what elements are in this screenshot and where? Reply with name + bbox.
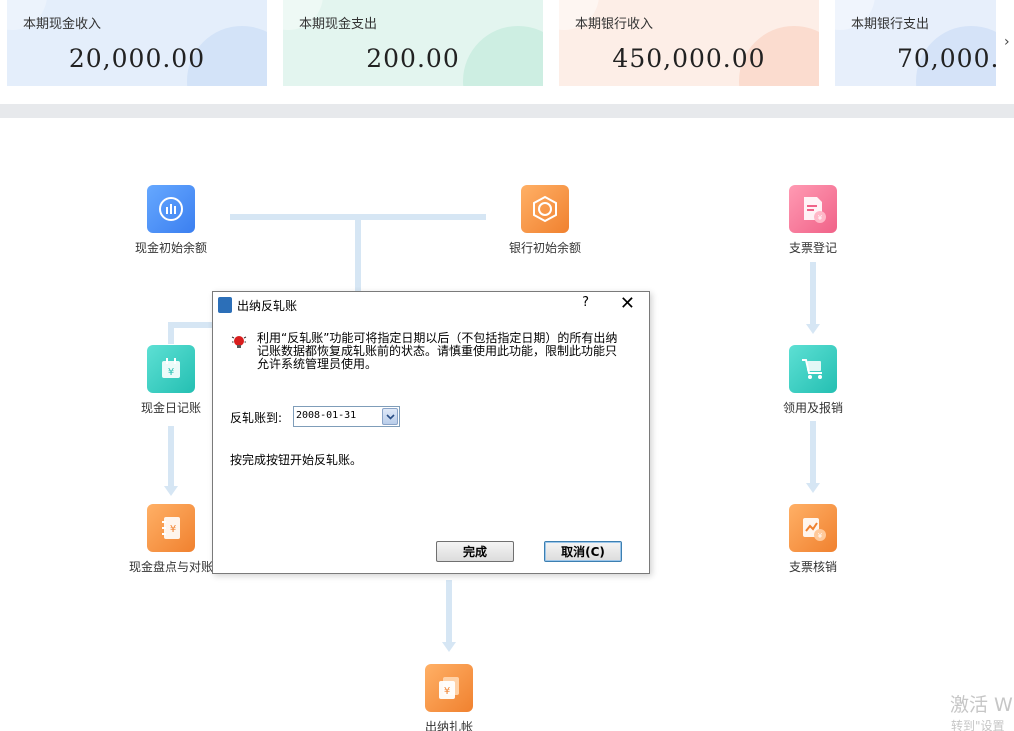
node-cash-opening[interactable]: 现金初始余额 <box>111 185 231 256</box>
node-receive-reimburse[interactable]: 领用及报销 <box>753 345 873 416</box>
svg-text:¥: ¥ <box>170 524 176 535</box>
card-value: 450,000.00 <box>612 44 766 73</box>
node-label: 支票核销 <box>788 560 837 574</box>
flow-arrow <box>806 324 820 334</box>
stack-yuan-icon: ¥ <box>425 664 473 712</box>
refresh-icon <box>521 185 569 233</box>
flow-arrow <box>164 486 178 496</box>
flow-arrow <box>806 483 820 493</box>
shopping-cart-icon <box>789 345 837 393</box>
dialog-title: 出纳反轧账 <box>237 299 298 313</box>
flow-line <box>810 421 816 483</box>
notebook-yuan-icon: ¥ <box>147 504 195 552</box>
summary-cards: 本期现金收入 20,000.00 本期现金支出 200.00 本期银行收入 45… <box>0 0 1014 104</box>
node-cheque-register[interactable]: ¥ 支票登记 <box>753 185 873 256</box>
svg-text:¥: ¥ <box>818 214 823 222</box>
node-label: 出纳扎帐 <box>424 720 473 731</box>
close-button[interactable]: ✕ <box>620 293 635 314</box>
date-value[interactable]: 2008-01-31 <box>296 410 356 421</box>
flow-line <box>810 262 816 324</box>
card-value: 200.00 <box>366 44 460 73</box>
node-label: 支票登记 <box>788 241 837 255</box>
node-bank-opening[interactable]: 银行初始余额 <box>485 185 605 256</box>
calendar-yuan-icon: ¥ <box>147 345 195 393</box>
date-picker[interactable]: 2008-01-31 <box>293 406 400 427</box>
activation-watermark-sub: 转到"设置 <box>951 719 1005 731</box>
cheque-document-icon: ¥ <box>789 185 837 233</box>
scroll-right-icon[interactable]: › <box>1004 34 1010 50</box>
dialog-hint: 按完成按钮开始反轧账。 <box>230 453 363 467</box>
card-bank-expense[interactable]: 本期银行支出 70,000. <box>835 0 996 86</box>
flow-line <box>446 580 452 642</box>
chevron-down-icon[interactable] <box>382 408 398 425</box>
dialog-titlebar[interactable]: 出纳反轧账 ? ✕ <box>213 292 649 318</box>
card-value: 70,000. <box>897 44 996 73</box>
svg-text:¥: ¥ <box>168 367 174 378</box>
flow-line <box>168 322 174 344</box>
card-cash-expense[interactable]: 本期现金支出 200.00 <box>283 0 543 86</box>
bar-chart-icon <box>147 185 195 233</box>
dialog-message: 利用“反轧账”功能可将指定日期以后（不包括指定日期）的所有出纳记账数据都恢复成轧… <box>257 331 618 371</box>
help-button[interactable]: ? <box>582 295 589 310</box>
dialog-separator <box>221 514 641 515</box>
activation-watermark: 激活 W <box>950 694 1013 716</box>
card-value: 20,000.00 <box>68 44 206 73</box>
card-cash-income[interactable]: 本期现金收入 20,000.00 <box>7 0 267 86</box>
card-label: 本期现金收入 <box>23 17 102 32</box>
node-cashier-close[interactable]: ¥ 出纳扎帐 <box>389 664 509 731</box>
svg-text:¥: ¥ <box>444 686 450 697</box>
flow-line <box>355 214 361 294</box>
flow-arrow <box>442 642 456 652</box>
card-label: 本期银行收入 <box>575 17 654 32</box>
flow-line <box>168 426 174 486</box>
svg-text:¥: ¥ <box>818 532 823 540</box>
node-label: 领用及报销 <box>782 401 843 415</box>
card-bank-income[interactable]: 本期银行收入 450,000.00 <box>559 0 819 86</box>
report-yuan-icon: ¥ <box>789 504 837 552</box>
card-label: 本期银行支出 <box>851 17 930 32</box>
cancel-button[interactable]: 取消(C) <box>544 541 622 562</box>
section-divider <box>0 104 1014 118</box>
date-label: 反轧账到: <box>230 411 283 425</box>
node-label: 现金初始余额 <box>134 241 207 255</box>
app-icon <box>218 297 232 313</box>
done-button[interactable]: 完成 <box>436 541 514 562</box>
node-cheque-writeoff[interactable]: ¥ 支票核销 <box>753 504 873 575</box>
flow-line <box>168 322 214 328</box>
node-label: 银行初始余额 <box>508 241 581 255</box>
reverse-close-dialog: 出纳反轧账 ? ✕ 利用“反轧账”功能可将指定日期以后（不包括指定日期）的所有出… <box>212 291 650 574</box>
card-label: 本期现金支出 <box>299 17 378 32</box>
warning-bulb-icon <box>231 336 247 348</box>
